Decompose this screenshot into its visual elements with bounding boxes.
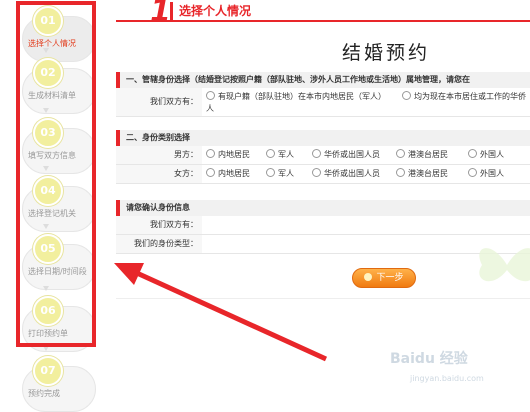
radio-button[interactable] [396,149,405,158]
male-option-overseas[interactable]: 华侨或出国人员 [312,149,380,160]
option-label: 内地居民 [218,169,250,178]
watermark-url: jingyan.baidu.com [410,374,484,383]
field-label: 女方： [116,165,202,183]
option-label: 港澳台居民 [408,150,448,159]
step-header-number: 1 [150,0,171,29]
section-heading: 一、管辖身份选择（结婚登记按照户籍（部队驻地、涉外人员工作地或生活地）属地管理，… [116,72,530,88]
female-row: 女方： 内地居民 军人 华侨或出国人员 港澳台居民 外国人 [116,165,530,184]
option-label: 外国人 [480,169,504,178]
confirm-row-type: 我们的身份类型： [116,235,530,254]
male-option-military[interactable]: 军人 [266,149,294,160]
radio-button[interactable] [266,168,275,177]
confirm-section: 请您确认身份信息 我们双方有： 我们的身份类型： [116,200,530,254]
field-label: 我们双方有： [116,216,202,234]
option-label: 外国人 [480,150,504,159]
radio-button[interactable] [312,168,321,177]
jurisdiction-option-local[interactable]: 有现户籍（部队驻地）在本市内地居民（军人） [206,91,386,102]
radio-button[interactable] [206,91,215,100]
field-label: 我们的身份类型： [116,235,202,253]
option-label: 有现户籍（部队驻地）在本市内地居民（军人） [218,92,386,101]
radio-button[interactable] [206,149,215,158]
female-option-overseas[interactable]: 华侨或出国人员 [312,168,380,179]
highlight-box [16,1,96,347]
option-label: 港澳台居民 [408,169,448,178]
radio-button[interactable] [468,168,477,177]
female-option-mainland[interactable]: 内地居民 [206,168,250,179]
butterfly-decoration [479,248,530,282]
option-label: 均为现在本市居住或工作的华侨 [414,92,526,101]
radio-button[interactable] [206,168,215,177]
step-header-title: 选择个人情况 [170,2,258,20]
option-label-continued: 人 [206,104,214,113]
section-heading: 二、身份类别选择 [116,130,530,146]
field-label: 男方： [116,146,202,164]
next-button-label: 下一步 [376,273,404,283]
confirm-row-parties: 我们双方有： [116,216,530,235]
section-heading: 请您确认身份信息 [116,200,530,216]
option-label: 内地居民 [218,150,250,159]
jurisdiction-section: 一、管辖身份选择（结婚登记按照户籍（部队驻地、涉外人员工作地或生活地）属地管理，… [116,72,530,117]
female-option-foreign[interactable]: 外国人 [468,168,504,179]
field-label: 我们双方有： [116,88,202,116]
option-label: 华侨或出国人员 [324,150,380,159]
annotation-arrow [114,263,328,362]
radio-button[interactable] [266,149,275,158]
jurisdiction-row: 我们双方有： 有现户籍（部队驻地）在本市内地居民（军人） 均为现在本市居住或工作… [116,88,530,117]
next-button[interactable]: 下一步 [352,268,416,288]
female-option-hkmt[interactable]: 港澳台居民 [396,168,448,179]
female-option-military[interactable]: 军人 [266,168,294,179]
radio-button[interactable] [402,91,411,100]
header-rule [116,20,530,22]
option-label: 军人 [278,150,294,159]
step-label: 预约完成 [28,389,60,398]
option-label: 华侨或出国人员 [324,169,380,178]
identity-section: 二、身份类别选择 男方： 内地居民 军人 华侨或出国人员 港澳台居民 外国人 女… [116,130,530,184]
male-option-foreign[interactable]: 外国人 [468,149,504,160]
flower-icon [364,272,373,281]
option-label: 军人 [278,169,294,178]
radio-button[interactable] [468,149,477,158]
step-number-badge: 07 [33,356,63,386]
jurisdiction-option-overseas[interactable]: 均为现在本市居住或工作的华侨 [402,91,526,102]
watermark: Baidu 经验 [390,351,468,367]
radio-button[interactable] [312,149,321,158]
male-option-mainland[interactable]: 内地居民 [206,149,250,160]
male-row: 男方： 内地居民 军人 华侨或出国人员 港澳台居民 外国人 [116,146,530,165]
page-title: 结婚预约 [342,42,431,64]
male-option-hkmt[interactable]: 港澳台居民 [396,149,448,160]
radio-button[interactable] [396,168,405,177]
